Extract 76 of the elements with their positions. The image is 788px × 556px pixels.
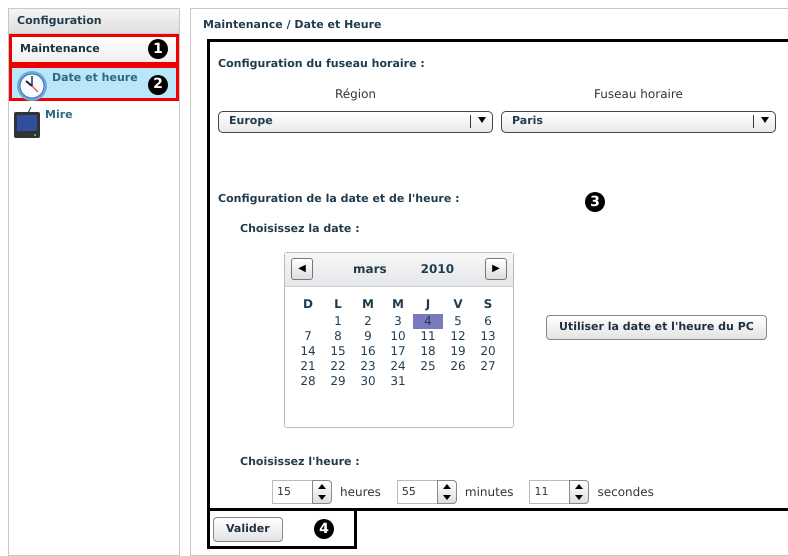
- calendar-day[interactable]: 20: [473, 344, 503, 358]
- next-month-button[interactable]: ▶: [485, 258, 507, 280]
- section-heading: Configuration du fuseau horaire :: [218, 56, 425, 72]
- calendar-day[interactable]: 10: [383, 328, 413, 344]
- time-input[interactable]: 11: [529, 480, 570, 504]
- spin-up-icon[interactable]: [318, 484, 326, 489]
- calendar-day[interactable]: 29: [323, 374, 353, 388]
- calendar-day[interactable]: 22: [323, 358, 353, 374]
- calendar-day[interactable]: 12: [443, 328, 473, 344]
- spin-down-icon[interactable]: [442, 495, 451, 500]
- time-unit-label: minutes: [464, 484, 514, 501]
- calendar-day[interactable]: 9: [353, 328, 383, 344]
- weekday-label: M: [361, 296, 375, 312]
- callout-number: 2: [148, 74, 168, 94]
- breadcrumb-text: Maintenance / Date et Heure: [202, 17, 382, 33]
- weekday-label: S: [482, 296, 494, 312]
- sidebar-title: Configuration: [9, 9, 179, 34]
- use-pc-time-button[interactable]: Utiliser la date et l'heure du PC: [546, 315, 767, 340]
- calendar-day[interactable]: 5: [443, 314, 473, 328]
- calendar-day[interactable]: 31: [383, 374, 413, 388]
- dropdown[interactable]: Paris: [501, 110, 776, 132]
- calendar-day[interactable]: 8: [323, 328, 353, 344]
- calendar-day[interactable]: 30: [353, 374, 383, 388]
- field-label: Choisissez l'heure :: [240, 454, 360, 470]
- time-unit-label: heures: [340, 484, 381, 501]
- calendar-day[interactable]: 23: [353, 358, 383, 374]
- field-label: Fuseau horaire: [593, 86, 684, 102]
- calendar-year: 2010: [420, 261, 454, 278]
- calendar-day[interactable]: 13: [473, 328, 503, 344]
- dropdown-arrow-icon: [478, 117, 486, 124]
- calendar-day[interactable]: 19: [443, 344, 473, 358]
- time-unit-label: secondes: [597, 484, 654, 501]
- weekday-label: L: [333, 296, 343, 312]
- section-heading: Configuration de la date et de l'heure :: [218, 190, 460, 206]
- callout-number: 3: [585, 192, 605, 212]
- spin-down-icon[interactable]: [318, 495, 326, 500]
- clock-icon: [16, 70, 48, 102]
- weekday-label: V: [452, 296, 464, 312]
- weekday-label: M: [391, 296, 405, 312]
- calendar-day[interactable]: 11: [413, 328, 443, 344]
- time-input[interactable]: 55: [396, 480, 437, 504]
- calendar-day[interactable]: 7: [293, 328, 323, 344]
- calendar-day[interactable]: 17: [383, 344, 413, 358]
- field-label: Région: [334, 86, 378, 102]
- calendar-day[interactable]: 27: [473, 358, 503, 374]
- field-label: Choisissez la date :: [240, 221, 360, 237]
- sidebar-item[interactable]: Maintenance 1: [9, 34, 179, 64]
- sidebar-item[interactable]: Mire: [9, 104, 179, 140]
- validate-button[interactable]: Valider: [213, 517, 283, 542]
- calendar-day[interactable]: 18: [413, 344, 443, 358]
- calendar-day[interactable]: 15: [323, 344, 353, 358]
- calendar-day[interactable]: 6: [473, 314, 503, 328]
- callout-number: 1: [148, 39, 168, 59]
- dropdown-arrow-icon: [760, 117, 768, 124]
- sidebar-item[interactable]: Date et heure 2: [9, 64, 179, 100]
- spin-up-icon[interactable]: [442, 484, 451, 489]
- dropdown[interactable]: Europe: [218, 110, 493, 132]
- calendar-day[interactable]: 14: [293, 344, 323, 358]
- calendar-day[interactable]: 21: [293, 358, 323, 374]
- calendar-day[interactable]: 24: [383, 358, 413, 374]
- calendar-day[interactable]: 26: [443, 358, 473, 374]
- spin-up-icon[interactable]: [575, 484, 584, 489]
- weekday-label: D: [302, 296, 314, 312]
- calendar-day[interactable]: 1: [323, 314, 353, 328]
- calendar-day[interactable]: 3: [383, 314, 413, 328]
- time-input[interactable]: 15: [272, 480, 312, 504]
- television-icon: [13, 106, 41, 138]
- calendar-day[interactable]: 28: [293, 374, 323, 388]
- calendar-day[interactable]: 2: [353, 314, 383, 328]
- spin-down-icon[interactable]: [575, 495, 584, 500]
- calendar-day[interactable]: 16: [353, 344, 383, 358]
- callout-number: 4: [314, 519, 334, 539]
- weekday-label: J: [424, 296, 432, 312]
- calendar-month: mars: [353, 261, 387, 278]
- previous-month-button[interactable]: ◀: [291, 258, 313, 280]
- calendar-day[interactable]: 25: [413, 358, 443, 374]
